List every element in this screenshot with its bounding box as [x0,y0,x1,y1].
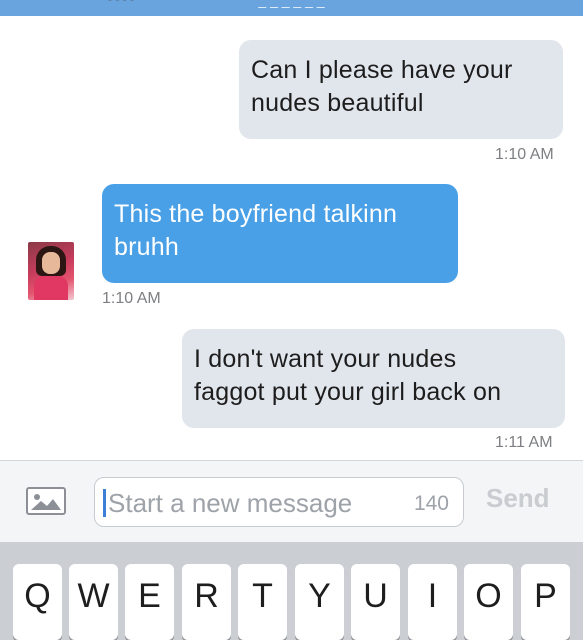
message-line: bruhh [114,233,179,261]
character-count: 140 [413,492,449,515]
key-t[interactable]: T [238,564,287,640]
outgoing-message-bubble[interactable]: I don't want your nudes faggot put your … [182,329,565,428]
message-line: faggot put your girl back on [194,378,502,406]
conversation-title: _ _ _ _ _ _ [258,0,325,8]
message-composer: Start a new message 140 Send [0,460,583,542]
message-line: nudes beautiful [251,89,424,117]
contact-avatar[interactable] [28,242,74,300]
image-icon[interactable] [26,487,66,515]
conversation-thread[interactable]: Can I please have your nudes beautiful 1… [0,16,583,460]
top-bar: - - - - _ _ _ _ _ _ [0,0,583,16]
send-button[interactable]: Send [486,483,550,514]
key-e[interactable]: E [125,564,174,640]
message-timestamp: 1:10 AM [495,146,554,163]
key-o[interactable]: O [464,564,513,640]
incoming-message-bubble[interactable]: This the boyfriend talkinn bruhh [102,184,458,283]
keyboard: Q W E R T Y U I O P [0,542,583,640]
message-line: Can I please have your [251,56,513,84]
new-message-input[interactable]: Start a new message 140 [94,477,464,527]
key-q[interactable]: Q [13,564,62,640]
key-y[interactable]: Y [295,564,344,640]
outgoing-message-bubble[interactable]: Can I please have your nudes beautiful [239,40,563,139]
image-icon-graphic [31,494,61,510]
message-line: This the boyfriend talkinn [114,200,398,228]
message-placeholder: Start a new message [108,488,353,518]
key-r[interactable]: R [182,564,231,640]
key-i[interactable]: I [408,564,457,640]
message-timestamp: 1:10 AM [102,290,161,307]
key-w[interactable]: W [69,564,118,640]
message-line: I don't want your nudes [194,345,457,373]
text-caret [103,489,106,517]
key-p[interactable]: P [521,564,570,640]
message-timestamp: 1:11 AM [495,434,553,451]
key-u[interactable]: U [351,564,400,640]
